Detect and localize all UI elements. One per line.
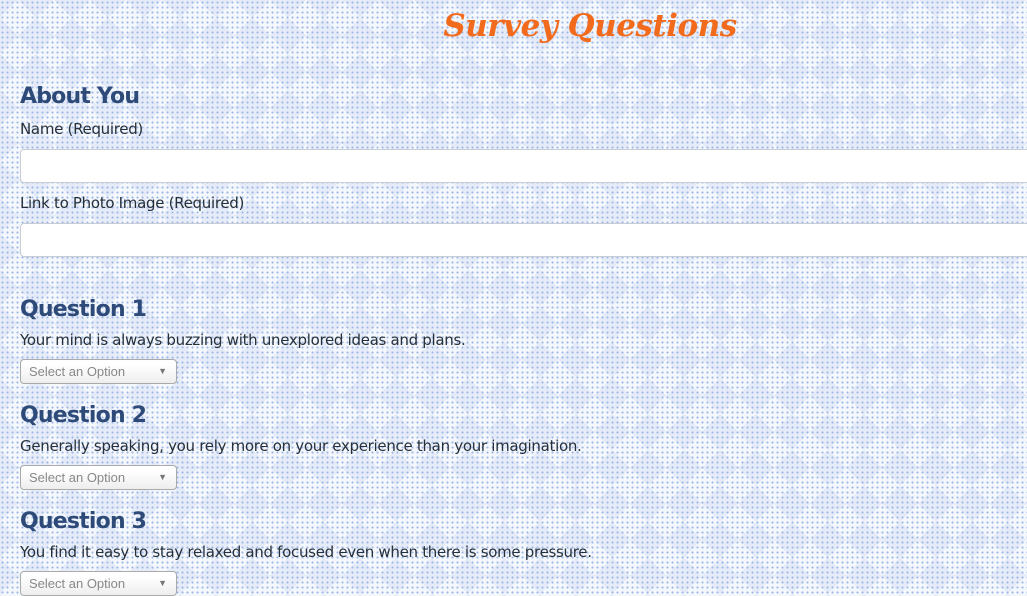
question-3-heading: Question 3 — [20, 509, 147, 534]
question-1-selected-value: Select an Option — [29, 364, 126, 379]
chevron-down-icon: ▼ — [158, 472, 167, 482]
question-2-heading: Question 2 — [20, 403, 147, 428]
about-you-section: About You Name (Required) Link to Photo … — [20, 82, 1027, 257]
chevron-down-icon: ▼ — [158, 578, 167, 588]
question-2-text: Generally speaking, you rely more on you… — [20, 437, 582, 455]
page-title: Survey Questions — [443, 8, 737, 44]
question-1-select[interactable]: Select an Option ▼ — [20, 359, 177, 384]
question-1-text: Your mind is always buzzing with unexplo… — [20, 331, 466, 349]
name-input[interactable] — [20, 149, 1027, 183]
question-3-selected-value: Select an Option — [29, 576, 126, 591]
section-heading-about-you: About You — [20, 84, 140, 109]
question-1-heading: Question 1 — [20, 297, 147, 322]
question-3-text: You find it easy to stay relaxed and foc… — [20, 543, 592, 561]
question-3-select[interactable]: Select an Option ▼ — [20, 571, 177, 596]
photo-link-input[interactable] — [20, 223, 1027, 257]
chevron-down-icon: ▼ — [158, 366, 167, 376]
question-2-section: Question 2 Generally speaking, you rely … — [20, 401, 1027, 490]
question-2-select[interactable]: Select an Option ▼ — [20, 465, 177, 490]
question-2-selected-value: Select an Option — [29, 470, 126, 485]
question-3-section: Question 3 You find it easy to stay rela… — [20, 507, 1027, 596]
question-1-section: Question 1 Your mind is always buzzing w… — [20, 295, 1027, 384]
photo-link-label: Link to Photo Image (Required) — [20, 194, 245, 212]
name-label: Name (Required) — [20, 120, 143, 138]
survey-form: About You Name (Required) Link to Photo … — [20, 82, 1027, 596]
